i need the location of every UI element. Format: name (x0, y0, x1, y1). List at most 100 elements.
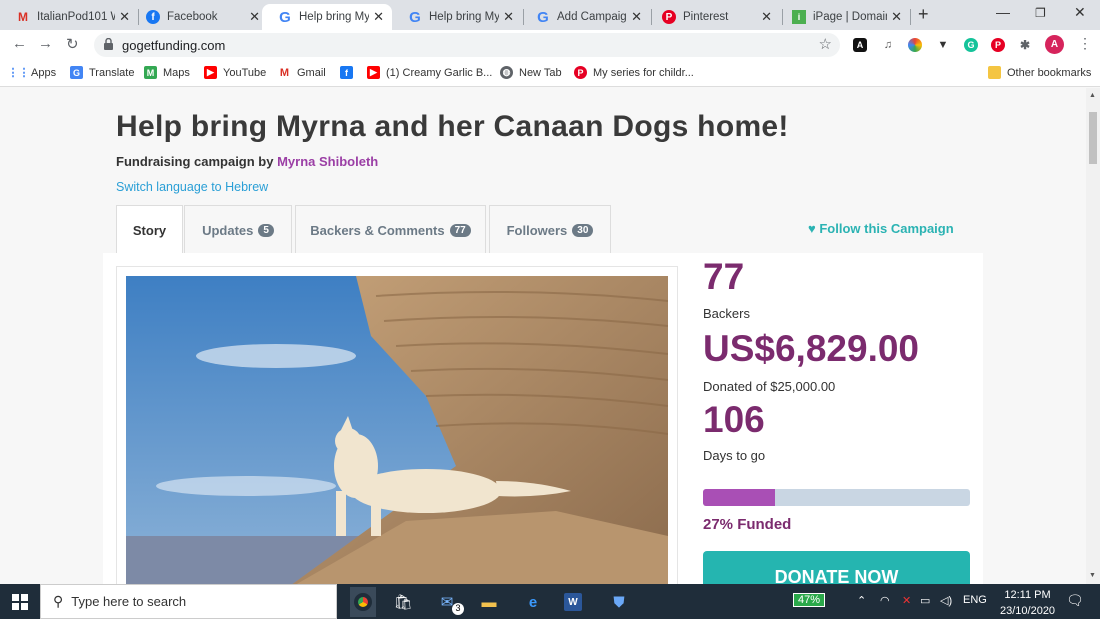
browser-toolbar: ← → ↻ gogetfunding.com ☆ A ♫ ▼ G P ✱ A ⋮ (0, 30, 1100, 60)
close-icon[interactable]: ✕ (761, 9, 772, 25)
tab-ipage[interactable]: i iPage | Domain ✕ (776, 4, 910, 30)
pinterest-extension-icon[interactable]: P (991, 38, 1005, 52)
music-extension-icon[interactable]: ♫ (881, 38, 895, 52)
maps-icon: M (144, 66, 157, 79)
taskbar-search-box[interactable]: ⚲ Type here to search (40, 584, 337, 619)
tab-story[interactable]: Story (116, 205, 183, 254)
tab-title: Help bring Myrr (299, 11, 370, 23)
bookmark-gmail[interactable]: M Gmail (278, 66, 326, 79)
browser-menu-icon[interactable]: ⋮ (1078, 35, 1092, 52)
minimize-button[interactable]: — (996, 4, 1010, 20)
store-taskbar-icon[interactable]: 🛍 (392, 591, 414, 613)
updates-count-badge: 5 (258, 223, 274, 237)
forward-arrow-icon[interactable]: → (38, 35, 53, 52)
restore-button[interactable]: ❐ (1035, 6, 1046, 20)
tab-help-bring-myrna[interactable]: G Help bring Myrr ✕ (392, 4, 522, 30)
close-icon[interactable]: ✕ (119, 9, 130, 25)
battery-icon[interactable]: ▭ (920, 594, 930, 607)
scroll-up-icon[interactable]: ▲ (1089, 92, 1096, 99)
language-indicator[interactable]: ENG (963, 594, 987, 606)
donate-now-button[interactable]: DONATE NOW (703, 551, 970, 584)
word-taskbar-icon[interactable]: W (564, 593, 582, 611)
scroll-down-icon[interactable]: ▼ (1089, 572, 1096, 579)
campaign-image-frame (116, 266, 678, 584)
tab-followers[interactable]: Followers 30 (489, 205, 611, 254)
profile-avatar[interactable]: A (1045, 35, 1064, 54)
shield-taskbar-icon[interactable]: ⛊ (608, 591, 630, 613)
mail-taskbar-icon[interactable]: ✉ 3 (436, 591, 464, 615)
pinterest-icon: P (662, 10, 676, 24)
dog-photo-image (126, 276, 668, 584)
tab-facebook[interactable]: f Facebook ✕ (130, 4, 268, 30)
file-explorer-icon[interactable]: ▬ (478, 591, 500, 613)
ipage-icon: i (792, 10, 806, 24)
bookmark-creamy-garlic[interactable]: ▶ (1) Creamy Garlic B... (367, 66, 492, 79)
clock[interactable]: 12:11 PM 23/10/2020 (1000, 587, 1055, 619)
switch-language-link[interactable]: Switch language to Hebrew (116, 180, 268, 194)
tab-updates[interactable]: Updates 5 (184, 205, 292, 254)
bookmark-my-series[interactable]: P My series for childr... (574, 66, 694, 79)
tab-italianpod101[interactable]: M ItalianPod101 W ✕ (0, 4, 138, 30)
page-scrollbar[interactable]: ▲ ▼ (1086, 88, 1100, 584)
bookmark-translate[interactable]: G Translate (70, 66, 134, 79)
windows-taskbar: ⚲ Type here to search 🛍 ✉ 3 ▬ e W ⛊ 47% ⌃… (0, 584, 1100, 619)
close-window-button[interactable]: ✕ (1074, 4, 1086, 21)
battery-indicator[interactable]: 47% (793, 593, 826, 607)
funding-progress-fill (703, 489, 776, 506)
bookmark-youtube[interactable]: ▶ YouTube (204, 66, 266, 79)
address-bar[interactable]: gogetfunding.com ☆ (94, 33, 840, 57)
bookmark-other[interactable]: Other bookmarks (988, 66, 1091, 79)
speaker-icon[interactable]: ◁) (940, 594, 952, 607)
scrollbar-thumb[interactable] (1089, 112, 1097, 164)
follow-campaign-link[interactable]: ♥ Follow this Campaign (808, 221, 954, 236)
reload-icon[interactable]: ↻ (66, 35, 79, 53)
tab-add-campaign[interactable]: G Add Campaign ✕ (520, 4, 650, 30)
notifications-icon[interactable]: 🗨 (1066, 592, 1084, 609)
shield-extension-icon[interactable]: ▼ (936, 38, 950, 52)
chevron-up-icon[interactable]: ⌃ (857, 594, 866, 607)
pinterest-icon: P (574, 66, 587, 79)
tab-title: Facebook (167, 11, 218, 23)
close-icon[interactable]: ✕ (249, 9, 260, 25)
page-content: Help bring Myrna and her Canaan Dogs hom… (0, 88, 1086, 584)
bookmark-facebook[interactable]: f (340, 66, 359, 79)
bookmark-apps[interactable]: ⋮⋮ Apps (7, 66, 57, 80)
wifi-icon[interactable]: ◠ (880, 594, 890, 607)
backers-label: Backers (703, 306, 750, 321)
tab-backers-comments[interactable]: Backers & Comments 77 (295, 205, 486, 254)
youtube-icon: ▶ (367, 66, 380, 79)
donated-amount: US$6,829.00 (703, 328, 920, 369)
backers-count-badge: 77 (449, 223, 471, 237)
globe-icon: ◍ (500, 66, 513, 79)
new-tab-button[interactable]: + (918, 4, 929, 25)
chrome-taskbar-icon[interactable] (350, 587, 376, 617)
back-arrow-icon[interactable]: ← (12, 35, 27, 52)
windows-start-icon[interactable] (9, 591, 31, 613)
close-icon[interactable]: ✕ (891, 9, 902, 25)
funded-percent: 27% Funded (703, 516, 792, 533)
extension-icon[interactable]: A (853, 38, 867, 52)
folder-icon (988, 66, 1001, 79)
close-icon[interactable]: ✕ (503, 9, 514, 25)
puzzle-extensions-icon[interactable]: ✱ (1018, 38, 1032, 52)
author-link[interactable]: Myrna Shiboleth (277, 154, 378, 169)
campaign-main: 77 Backers US$6,829.00 Donated of $25,00… (103, 253, 983, 584)
edge-taskbar-icon[interactable]: e (522, 591, 544, 613)
bookmarks-bar: ⋮⋮ Apps G Translate M Maps ▶ YouTube M Gmail … (0, 60, 1100, 87)
google-icon: G (537, 8, 549, 26)
color-extension-icon[interactable] (908, 38, 922, 52)
tab-pinterest[interactable]: P Pinterest ✕ (646, 4, 780, 30)
close-icon[interactable]: ✕ (373, 9, 384, 25)
apps-grid-icon: ⋮⋮ (7, 67, 30, 79)
network-x-icon[interactable]: ✕ (902, 594, 911, 607)
tab-title: ItalianPod101 W (37, 11, 116, 23)
funding-progress-bar (703, 489, 970, 506)
google-icon: G (279, 8, 291, 26)
tab-help-bring-myrna-active[interactable]: G Help bring Myrr ✕ (262, 4, 392, 30)
grammarly-icon[interactable]: G (964, 38, 978, 52)
close-icon[interactable]: ✕ (631, 9, 642, 25)
bookmark-new-tab[interactable]: ◍ New Tab (500, 66, 562, 79)
bookmark-maps[interactable]: M Maps (144, 66, 190, 79)
translate-icon: G (70, 66, 83, 79)
bookmark-star-icon[interactable]: ☆ (819, 35, 832, 53)
